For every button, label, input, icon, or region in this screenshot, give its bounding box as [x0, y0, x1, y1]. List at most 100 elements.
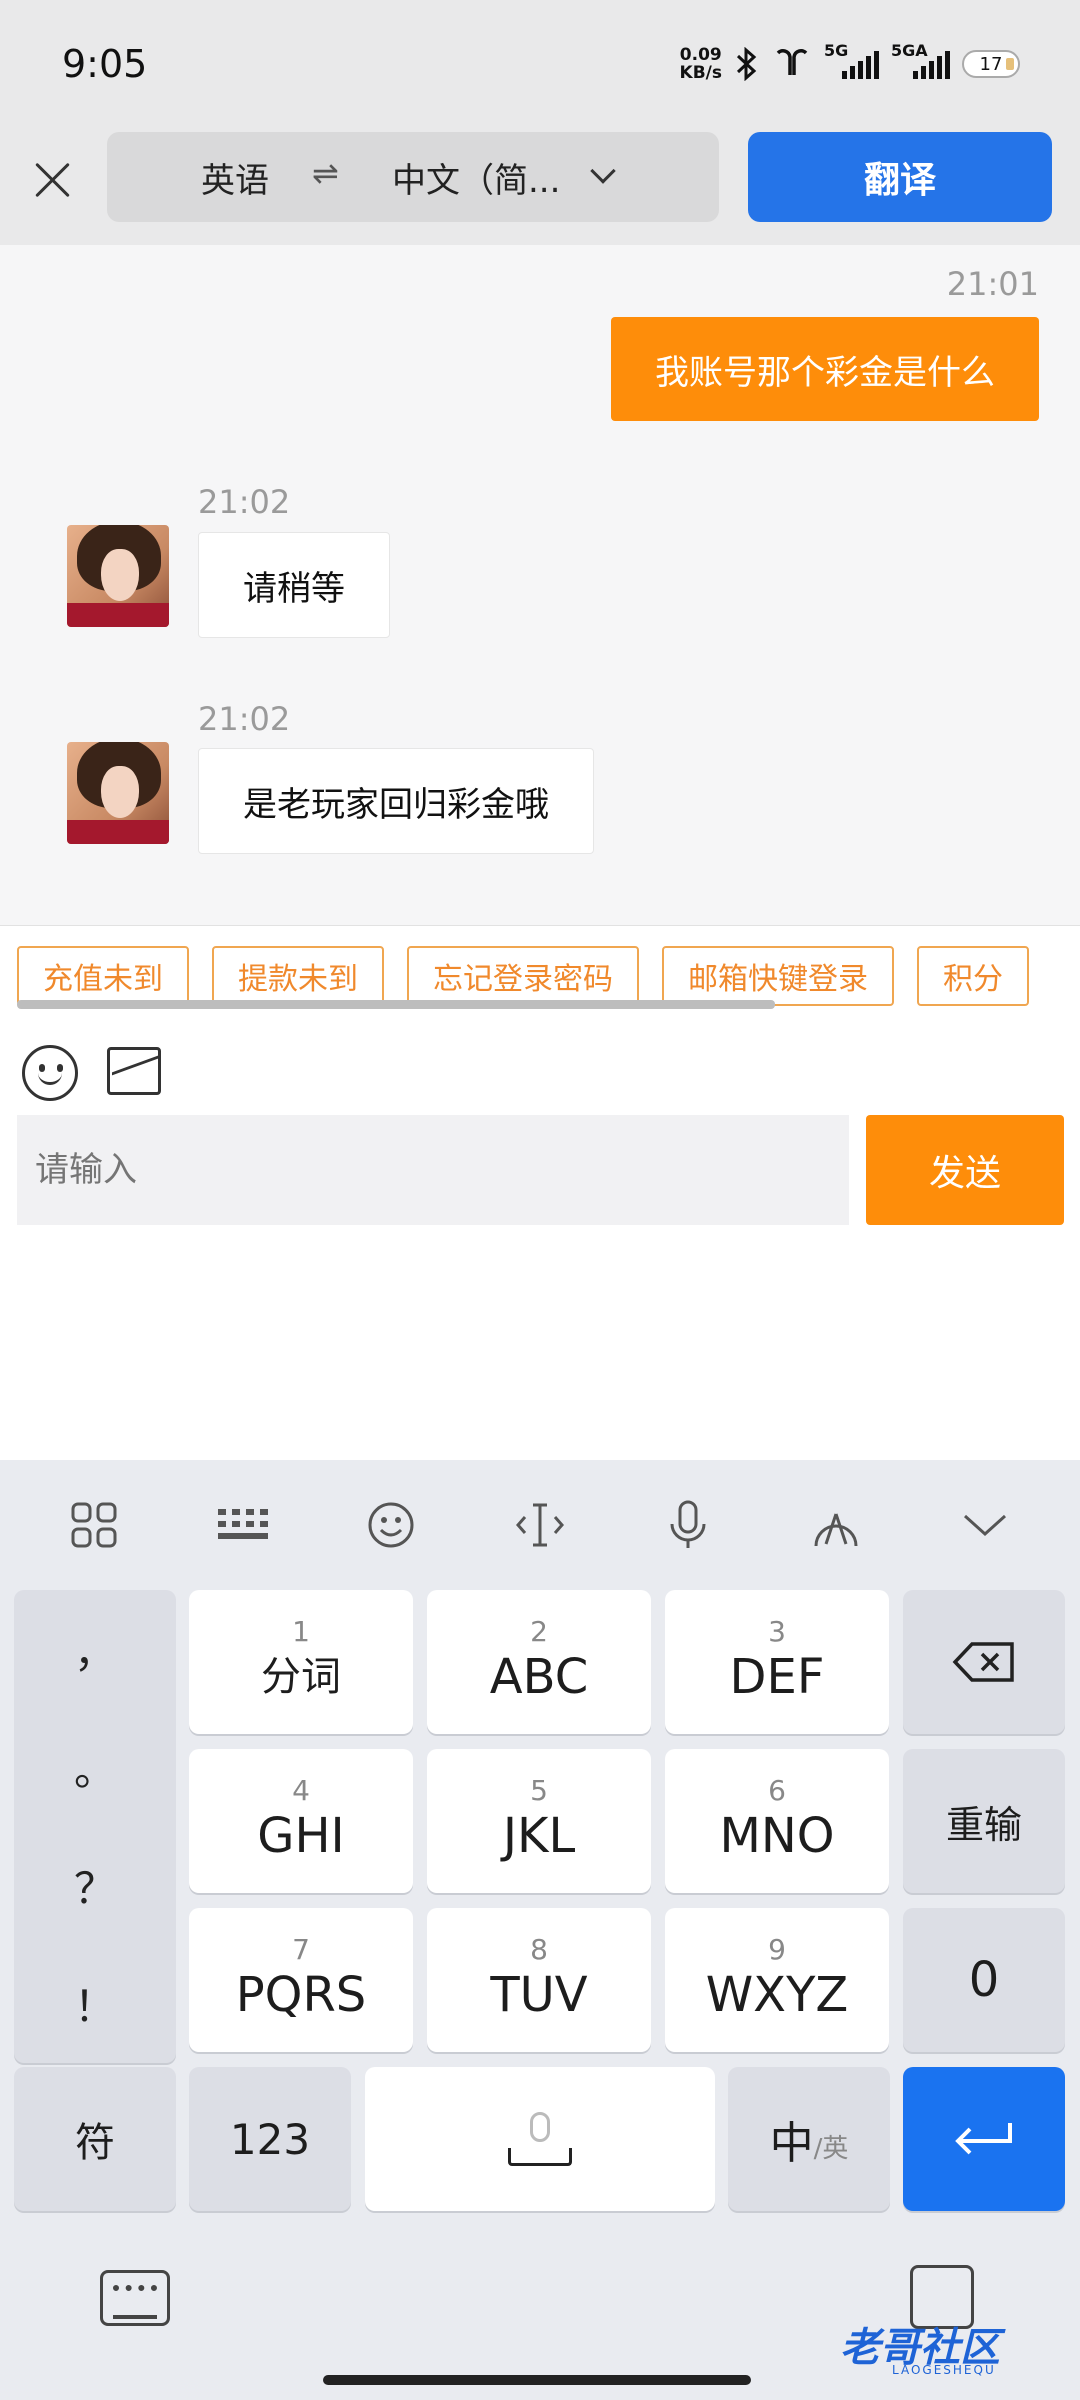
- punct-key[interactable]: ？: [14, 1826, 176, 1944]
- net-speed: 0.09 KB/s: [680, 46, 722, 82]
- composer-tools: [0, 1045, 1080, 1115]
- quick-reply-chip[interactable]: 充值未到: [17, 946, 189, 1006]
- key-label: 0: [968, 1952, 1000, 2008]
- watermark-sub: LAOGESHEQU: [892, 2363, 996, 2377]
- apps-grid-icon[interactable]: [64, 1500, 124, 1550]
- signal2-label: 5GA: [891, 41, 928, 60]
- language-selector[interactable]: 英语 ⇌ 中文（简...: [107, 132, 719, 222]
- status-icons: 0.09 KB/s 5G 5GA 17: [680, 41, 1020, 82]
- key-label: 123: [229, 2114, 311, 2164]
- source-language[interactable]: 英语: [201, 153, 269, 202]
- collapse-keyboard-icon[interactable]: [955, 1500, 1015, 1550]
- key-4[interactable]: 4 GHI: [189, 1749, 413, 1893]
- key-7[interactable]: 7 PQRS: [189, 1908, 413, 2052]
- key-number: 6: [768, 1774, 786, 1807]
- lang-main: 中: [769, 2118, 814, 2169]
- chevron-down-icon[interactable]: [590, 158, 616, 184]
- key-label: MNO: [719, 1808, 835, 1864]
- home-indicator[interactable]: [323, 2375, 751, 2385]
- key-label: GHI: [257, 1808, 345, 1864]
- punct-key[interactable]: 。: [14, 1708, 176, 1826]
- key-number: 1: [292, 1615, 310, 1648]
- translate-button[interactable]: 翻译: [748, 132, 1052, 222]
- space-icon: [508, 2148, 572, 2166]
- keyboard-toolbar: [0, 1460, 1080, 1585]
- backspace-icon: [952, 1642, 1014, 1682]
- key-number: 8: [530, 1933, 548, 1966]
- keyboard-switch-icon[interactable]: [100, 2270, 170, 2326]
- outgoing-message[interactable]: 我账号那个彩金是什么: [611, 317, 1039, 421]
- backspace-key[interactable]: [903, 1590, 1065, 1734]
- key-label: 重输: [945, 1802, 1022, 1847]
- quick-reply-chip[interactable]: 忘记登录密码: [407, 946, 639, 1006]
- key-number: 4: [292, 1774, 310, 1807]
- quick-replies-scrollbar[interactable]: [17, 1000, 775, 1009]
- numbers-key[interactable]: 123: [189, 2067, 351, 2211]
- signal1-label: 5G: [824, 41, 849, 60]
- quick-reply-chip[interactable]: 邮箱快键登录: [662, 946, 894, 1006]
- key-9[interactable]: 9 WXYZ: [665, 1908, 889, 2052]
- bluetooth-icon: [734, 47, 760, 81]
- signal-5g-icon: 5G: [824, 41, 879, 79]
- battery-icon: 17: [962, 50, 1020, 78]
- cursor-icon[interactable]: [510, 1500, 570, 1550]
- enter-key[interactable]: [903, 2067, 1065, 2211]
- key-label: WXYZ: [705, 1967, 849, 2023]
- emoji-icon[interactable]: [22, 1045, 78, 1101]
- enter-icon: [955, 2123, 1012, 2155]
- key-1[interactable]: 1 分词: [189, 1590, 413, 1734]
- quick-replies: 充值未到 提款未到 忘记登录密码 邮箱快键登录 积分: [0, 925, 1080, 1045]
- message-input[interactable]: [17, 1115, 849, 1225]
- net-speed-unit: KB/s: [679, 63, 722, 83]
- agent-avatar[interactable]: [67, 742, 169, 844]
- mic-small-icon: [530, 2112, 550, 2142]
- incoming-message[interactable]: 请稍等: [198, 532, 390, 638]
- lang-sub: /英: [813, 2133, 849, 2164]
- message-time: 21:01: [946, 265, 1039, 303]
- key-label: PQRS: [235, 1967, 367, 2023]
- chat-area[interactable]: 21:01 我账号那个彩金是什么 21:02 请稍等 21:02 是老玩家回归彩…: [0, 245, 1080, 925]
- key-5[interactable]: 5 JKL: [427, 1749, 651, 1893]
- space-key[interactable]: [365, 2067, 715, 2211]
- quick-reply-chip[interactable]: 提款未到: [212, 946, 384, 1006]
- status-bar: 9:05 0.09 KB/s 5G 5GA 17: [0, 0, 1080, 130]
- key-label: DEF: [729, 1649, 825, 1705]
- nav-bar: 老哥社区 LAOGESHEQU: [0, 2225, 1080, 2400]
- key-6[interactable]: 6 MNO: [665, 1749, 889, 1893]
- message-time: 21:02: [198, 483, 291, 521]
- punct-key[interactable]: ，: [14, 1590, 176, 1708]
- key-8[interactable]: 8 TUV: [427, 1908, 651, 2052]
- punct-key[interactable]: ！: [14, 1944, 176, 2062]
- key-number: 9: [768, 1933, 786, 1966]
- image-icon[interactable]: [107, 1047, 161, 1095]
- quick-reply-chip[interactable]: 积分: [917, 946, 1029, 1006]
- keyboard-layout-icon[interactable]: [213, 1500, 273, 1550]
- symbols-key[interactable]: 符: [14, 2067, 176, 2211]
- target-language[interactable]: 中文（简...: [392, 153, 560, 202]
- key-number: 2: [530, 1615, 548, 1648]
- reenter-key[interactable]: 重输: [903, 1749, 1065, 1893]
- handwriting-icon[interactable]: [806, 1500, 866, 1550]
- translate-toolbar: 英语 ⇌ 中文（简... 翻译: [0, 130, 1080, 245]
- close-icon[interactable]: [30, 157, 76, 203]
- key-label: TUV: [490, 1967, 588, 2023]
- clock: 9:05: [62, 42, 148, 86]
- punctuation-column: ， 。 ？ ！: [14, 1590, 176, 2063]
- emoji-keyboard-icon[interactable]: [361, 1500, 421, 1550]
- key-2[interactable]: 2 ABC: [427, 1590, 651, 1734]
- agent-avatar[interactable]: [67, 525, 169, 627]
- send-button[interactable]: 发送: [866, 1115, 1064, 1225]
- keyboard: ， 。 ？ ！ 1 分词 2 ABC 3 DEF 4 GHI 5 JKL 6 M…: [0, 1460, 1080, 2400]
- microphone-icon[interactable]: [658, 1500, 718, 1550]
- key-label: ABC: [489, 1649, 589, 1705]
- key-label: 符: [75, 2120, 115, 2166]
- language-switch-key[interactable]: 中/英: [728, 2067, 890, 2211]
- key-3[interactable]: 3 DEF: [665, 1590, 889, 1734]
- signal-5ga-icon: 5GA: [891, 41, 950, 79]
- earbuds-icon: [772, 47, 812, 81]
- net-speed-value: 0.09: [679, 45, 722, 65]
- key-number: 3: [768, 1615, 786, 1648]
- incoming-message[interactable]: 是老玩家回归彩金哦: [198, 748, 594, 854]
- zero-key[interactable]: 0: [903, 1908, 1065, 2052]
- swap-languages-icon[interactable]: ⇌: [312, 154, 339, 192]
